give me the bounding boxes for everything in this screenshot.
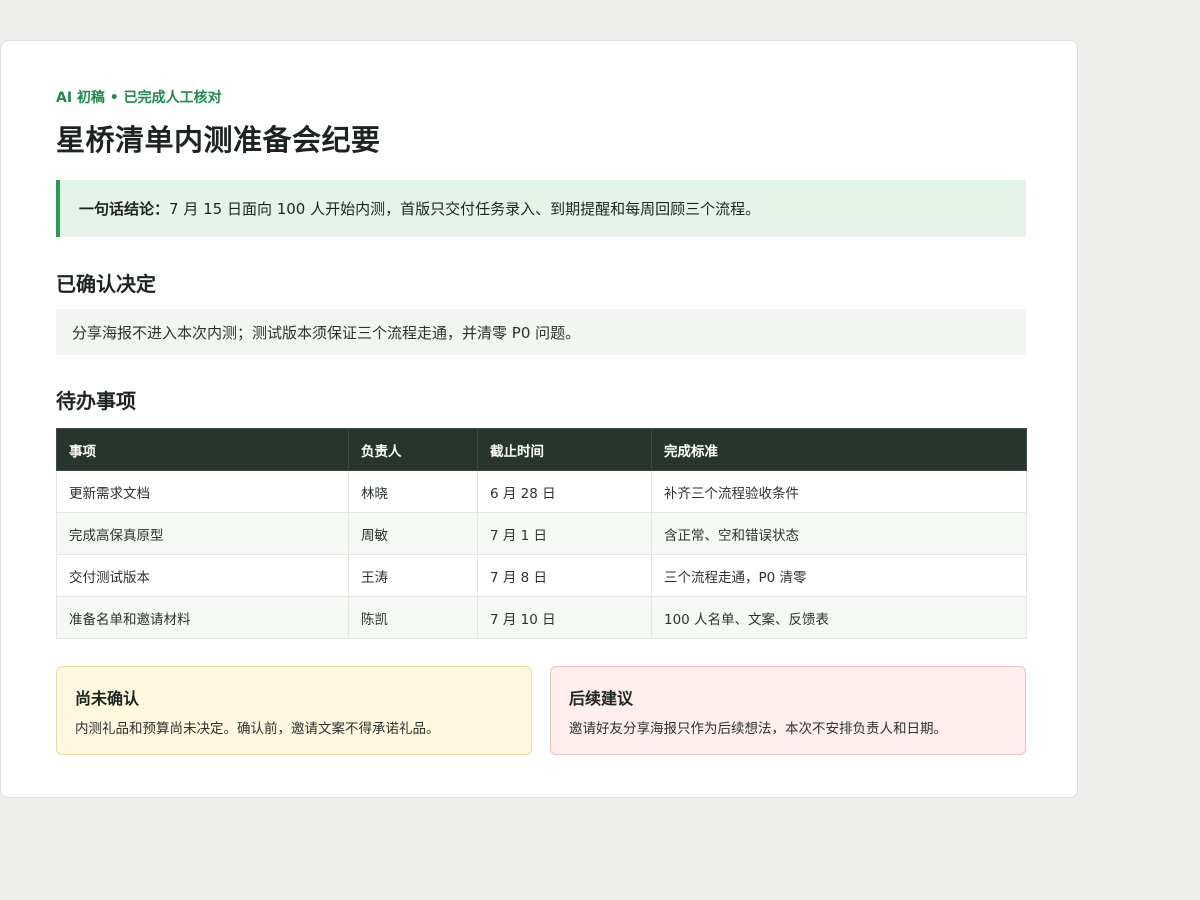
deadline-cell: 7 月 8 日 [477,554,652,597]
owner-cell: 周敏 [348,512,478,555]
task-cell: 交付测试版本 [56,554,349,597]
owner-cell: 林晓 [348,470,478,513]
decisions-heading: 已确认决定 [56,272,156,296]
criteria-cell: 100 人名单、文案、反馈表 [651,596,1027,639]
page-title: 星桥清单内测准备会纪要 [56,123,381,157]
criteria-cell: 三个流程走通，P0 清零 [651,554,1027,597]
table-row: 交付测试版本 王涛 7 月 8 日 三个流程走通，P0 清零 [56,554,1027,597]
task-cell: 准备名单和邀请材料 [56,596,349,639]
summary-text: 7 月 15 日面向 100 人开始内测，首版只交付任务录入、到期提醒和每周回顾… [169,200,761,218]
owner-cell: 王涛 [348,554,478,597]
todo-table: 事项 负责人 截止时间 完成标准 更新需求文档 林晓 6 月 28 日 补齐三个… [56,428,1027,639]
col-header-deadline: 截止时间 [477,428,652,471]
summary-callout: 一句话结论： 7 月 15 日面向 100 人开始内测，首版只交付任务录入、到期… [56,180,1026,237]
owner-cell: 陈凯 [348,596,478,639]
decisions-text: 分享海报不进入本次内测；测试版本须保证三个流程走通，并清零 P0 问题。 [72,323,581,342]
minutes-card: AI 初稿 • 已完成人工核对 星桥清单内测准备会纪要 一句话结论： 7 月 1… [0,40,1078,798]
deadline-cell: 7 月 10 日 [477,596,652,639]
criteria-cell: 含正常、空和错误状态 [651,512,1027,555]
col-header-criteria: 完成标准 [651,428,1027,471]
suggestion-note-title: 后续建议 [569,689,634,708]
pending-note-text: 内测礼品和预算尚未决定。确认前，邀请文案不得承诺礼品。 [75,721,440,737]
deadline-cell: 7 月 1 日 [477,512,652,555]
col-header-owner: 负责人 [348,428,478,471]
draft-status-label: AI 初稿 • 已完成人工核对 [56,90,222,106]
task-cell: 更新需求文档 [56,470,349,513]
summary-label: 一句话结论： [79,200,170,218]
criteria-cell: 补齐三个流程验收条件 [651,470,1027,513]
table-row: 完成高保真原型 周敏 7 月 1 日 含正常、空和错误状态 [56,512,1027,555]
task-cell: 完成高保真原型 [56,512,349,555]
suggestion-note-text: 邀请好友分享海报只作为后续想法，本次不安排负责人和日期。 [569,721,947,737]
table-row: 更新需求文档 林晓 6 月 28 日 补齐三个流程验收条件 [56,470,1027,513]
suggestion-note: 后续建议 邀请好友分享海报只作为后续想法，本次不安排负责人和日期。 [550,666,1026,755]
decisions-box: 分享海报不进入本次内测；测试版本须保证三个流程走通，并清零 P0 问题。 [56,309,1026,355]
pending-note-title: 尚未确认 [75,689,140,708]
todo-header-row: 事项 负责人 截止时间 完成标准 [56,428,1027,471]
deadline-cell: 6 月 28 日 [477,470,652,513]
pending-note: 尚未确认 内测礼品和预算尚未决定。确认前，邀请文案不得承诺礼品。 [56,666,532,755]
todos-heading: 待办事项 [56,389,136,413]
col-header-task: 事项 [56,428,349,471]
table-row: 准备名单和邀请材料 陈凯 7 月 10 日 100 人名单、文案、反馈表 [56,596,1027,639]
